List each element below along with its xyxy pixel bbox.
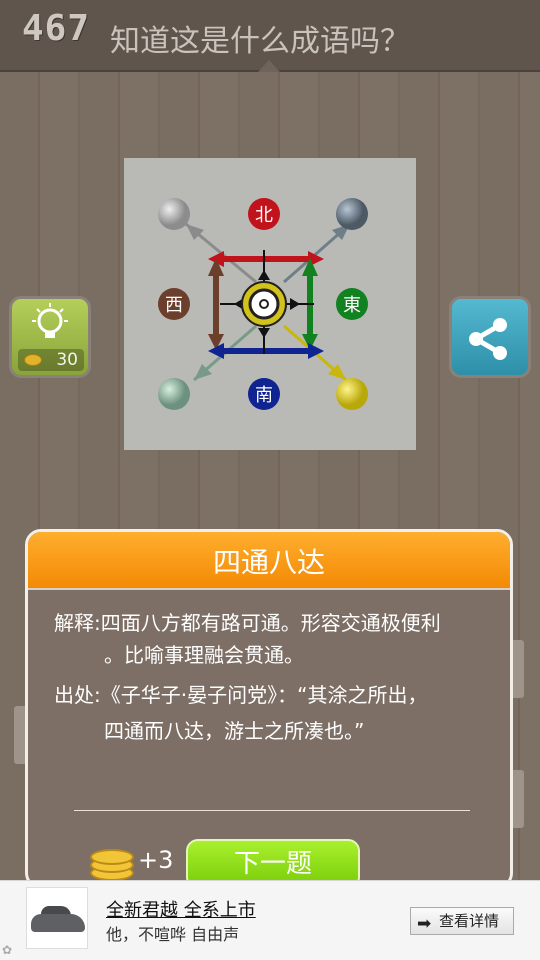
source-line2: 四通而八达，游士之所凑也。” bbox=[104, 719, 365, 743]
ad-corner-icon: ✿ bbox=[2, 943, 13, 957]
header-notch bbox=[258, 60, 280, 72]
share-icon bbox=[469, 318, 507, 360]
coins-icon bbox=[24, 354, 42, 366]
source: 出处:《子华子·晏子问党》：“其涂之所出， 四通而八达，游士之所凑也。” bbox=[54, 677, 494, 749]
top-bar: 467 知道这是什么成语吗？ bbox=[0, 0, 540, 72]
reward-amount: +3 bbox=[138, 846, 174, 874]
car-thumbnail bbox=[26, 887, 88, 949]
share-button[interactable] bbox=[449, 296, 531, 378]
hint-cost: 30 bbox=[18, 349, 84, 371]
puzzle-image: 北 南 西 東 bbox=[124, 158, 416, 450]
arrow-right-icon: ➡ bbox=[417, 914, 432, 934]
ad-details-label: 查看详情 bbox=[439, 912, 500, 930]
ad-details-button[interactable]: ➡ 查看详情 bbox=[410, 907, 514, 935]
answer-dialog: 四通八达 解释:四面八方都有路可通。形容交通极便利 。比喻事理融会贯通。 出处:… bbox=[25, 529, 513, 889]
explanation: 解释:四面八方都有路可通。形容交通极便利 。比喻事理融会贯通。 bbox=[54, 607, 494, 671]
ad-subtitle: 他，不喧哗 自由声 bbox=[106, 925, 240, 944]
north-label: 北 bbox=[255, 205, 273, 226]
explanation-line2: 。比喻事理融会贯通。 bbox=[104, 643, 304, 667]
ad-banner[interactable]: 全新君越 全系上市 他，不喧哗 自由声 ➡ 查看详情 ✿ bbox=[0, 880, 540, 960]
hint-button[interactable]: 30 bbox=[9, 296, 91, 378]
explanation-line1: 四面八方都有路可通。形容交通极便利 bbox=[100, 611, 441, 635]
level-number: 467 bbox=[22, 8, 91, 49]
source-label: 出处: bbox=[54, 683, 101, 707]
explanation-label: 解释: bbox=[54, 611, 101, 635]
south-label: 南 bbox=[255, 385, 273, 406]
lightbulb-icon bbox=[32, 303, 68, 338]
ad-title[interactable]: 全新君越 全系上市 bbox=[106, 896, 256, 922]
idiom-title: 四通八达 bbox=[28, 532, 510, 590]
east-label: 東 bbox=[343, 295, 361, 316]
west-label: 西 bbox=[165, 295, 183, 316]
sw-ball bbox=[158, 378, 190, 410]
source-line1: 《子华子·晏子问党》：“其涂之所出， bbox=[100, 683, 428, 707]
nw-ball bbox=[158, 198, 190, 230]
hint-cost-value: 30 bbox=[56, 350, 78, 370]
se-ball bbox=[336, 378, 368, 410]
ne-ball bbox=[336, 198, 368, 230]
puzzle-diagram: 北 南 西 東 bbox=[158, 198, 368, 410]
question-text: 知道这是什么成语吗？ bbox=[110, 24, 410, 59]
divider bbox=[74, 810, 470, 811]
